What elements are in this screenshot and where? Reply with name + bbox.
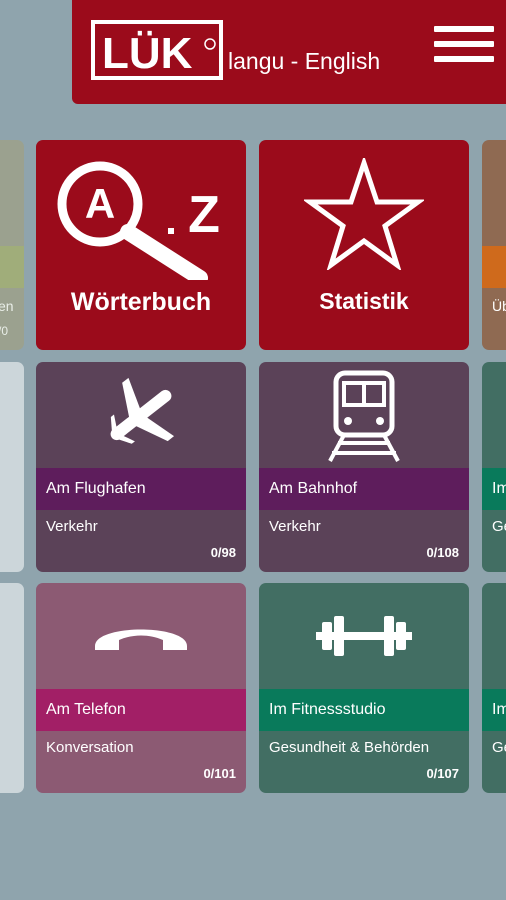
partial-text: en bbox=[0, 298, 14, 314]
svg-text:A: A bbox=[85, 180, 115, 227]
partial-tile-right-top[interactable]: Üb bbox=[482, 140, 506, 350]
partial-text: Im bbox=[492, 480, 506, 497]
card-title: Am Bahnhof bbox=[259, 468, 469, 510]
partial-tile-left-mid[interactable] bbox=[0, 362, 24, 572]
partial-tile-left-bottom[interactable] bbox=[0, 583, 24, 793]
luk-logo: LÜK bbox=[91, 20, 223, 80]
a-z-magnifier-icon: A Z bbox=[57, 161, 220, 280]
card-title: Im Fitnessstudio bbox=[259, 689, 469, 731]
train-icon bbox=[259, 362, 469, 468]
partial-tile-left-top[interactable]: en /0 bbox=[0, 140, 24, 350]
dictionary-tile[interactable]: A Z Wörterbuch bbox=[36, 140, 246, 350]
card-progress-count: 0/107 bbox=[426, 766, 459, 781]
card-category: Verkehr bbox=[269, 518, 321, 535]
dictionary-label: Wörterbuch bbox=[70, 288, 212, 316]
card-progress-count: 0/101 bbox=[203, 766, 236, 781]
svg-text:Z: Z bbox=[188, 186, 220, 244]
card-category: Gesundheit & Behörden bbox=[269, 739, 430, 756]
telephone-icon bbox=[36, 583, 246, 689]
topic-card-am-bahnhof[interactable]: Am Bahnhof Verkehr 0/108 bbox=[259, 362, 469, 572]
statistics-tile[interactable]: Statistik bbox=[259, 140, 469, 350]
hamburger-menu-icon[interactable] bbox=[434, 26, 494, 70]
partial-text: Ge bbox=[492, 518, 506, 535]
partial-text: Ge bbox=[492, 739, 506, 756]
partial-tile-right-bottom[interactable]: Im Ge bbox=[482, 583, 506, 793]
partial-text: Üb bbox=[492, 298, 506, 314]
topic-card-am-telefon[interactable]: Am Telefon Konversation 0/101 bbox=[36, 583, 246, 793]
app-title: langu - English bbox=[228, 48, 381, 74]
dumbbell-icon bbox=[259, 583, 469, 689]
card-category: Konversation bbox=[46, 739, 134, 756]
card-progress-count: 0/98 bbox=[210, 545, 236, 560]
card-title: Am Flughafen bbox=[36, 468, 246, 510]
partial-tile-right-mid[interactable]: Im Ge bbox=[482, 362, 506, 572]
statistics-label: Statistik bbox=[319, 288, 409, 314]
svg-text:LÜK: LÜK bbox=[102, 29, 193, 78]
star-icon bbox=[304, 158, 424, 270]
airplane-icon bbox=[36, 362, 246, 468]
partial-text: /0 bbox=[0, 324, 9, 338]
card-title: Am Telefon bbox=[36, 689, 246, 731]
topic-card-im-fitnessstudio[interactable]: Im Fitnessstudio Gesundheit & Behörden 0… bbox=[259, 583, 469, 793]
card-category: Verkehr bbox=[46, 518, 98, 535]
card-progress-count: 0/108 bbox=[426, 545, 459, 560]
app-header: LÜK langu - English bbox=[72, 0, 506, 104]
topic-card-am-flughafen[interactable]: Am Flughafen Verkehr 0/98 bbox=[36, 362, 246, 572]
partial-text: Im bbox=[492, 701, 506, 718]
